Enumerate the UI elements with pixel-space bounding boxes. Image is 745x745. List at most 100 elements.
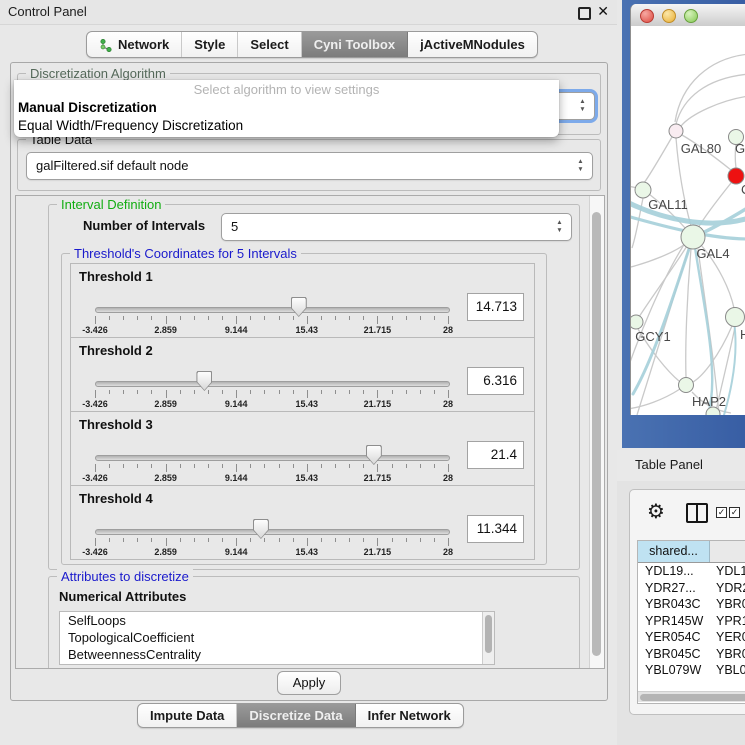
slider-tick-mark [236,538,237,546]
slider-tick-label: 21.715 [364,547,392,557]
slider-track[interactable] [95,381,450,387]
network-window-titlebar[interactable] [631,4,745,27]
table-data-combobox[interactable]: galFiltered.sif default node ▲▼ [26,152,593,180]
table-row[interactable]: YPR145WYPR145W [638,613,745,630]
threshold-value-field[interactable]: 11.344 [467,515,524,543]
close-icon[interactable]: ✕ [597,3,609,20]
apply-button[interactable]: Apply [277,671,341,695]
close-traffic-light-icon[interactable] [640,9,654,23]
slider-tick-mark [307,464,308,472]
table-row[interactable]: YDL19...YDL19... [638,563,745,580]
combo-stepper-icon: ▲▼ [578,98,587,114]
gear-icon[interactable]: ⚙ [647,499,665,524]
slider-tick-label: 9.144 [225,547,248,557]
dropdown-option-equal-width[interactable]: Equal Width/Frequency Discretization [14,117,559,135]
scrollbar-thumb[interactable] [640,694,745,701]
zoom-traffic-light-icon[interactable] [684,9,698,23]
slider-tick-mark [123,390,124,394]
tab-network[interactable]: Network [87,32,182,57]
slider-tick-mark [264,464,265,468]
slider-tick-mark [166,390,167,398]
slider-tick-mark [434,390,435,394]
slider-tick-mark [109,538,110,542]
threshold-value-field[interactable]: 6.316 [467,367,524,395]
slider-track[interactable] [95,529,450,535]
slider-tick-mark [335,464,336,468]
minimize-traffic-light-icon[interactable] [662,9,676,23]
checkbox-icon[interactable]: ✓ [716,507,727,518]
slider-tick-mark [95,316,96,324]
tab-discretize-data[interactable]: Discretize Data [237,704,355,727]
dropdown-option-manual[interactable]: Manual Discretization [14,99,559,117]
slider-tick-mark [349,464,350,468]
slider-tick-label: 2.859 [154,325,177,335]
scrollbar-thumb[interactable] [485,615,492,653]
network-node[interactable] [679,378,694,393]
slider-thumb[interactable] [366,445,382,465]
attribute-list-item[interactable]: TopologicalCoefficient [60,629,494,646]
network-node[interactable] [631,315,643,329]
slider-tick-mark [279,464,280,468]
slider-tick-mark [279,538,280,542]
threshold-panel: Threshold 3-3.4262.8599.14415.4321.71528… [70,411,535,486]
slider-tick-mark [420,390,421,394]
slider-tick-mark [208,316,209,320]
network-node[interactable] [635,182,651,198]
table-cell-name: YBR043C [709,596,745,613]
slider-tick-mark [293,316,294,320]
split-view-divider [696,505,698,521]
horizontal-scrollbar[interactable] [638,691,745,702]
slider-tick-mark [208,390,209,394]
vertical-scrollbar[interactable] [589,196,604,668]
tab-infer-network[interactable]: Infer Network [356,704,463,727]
slider-thumb[interactable] [291,297,307,317]
threshold-value-field[interactable]: 21.4 [467,441,524,469]
slider-tick-mark [180,464,181,468]
network-node-label: GAL4 [696,246,729,261]
tab-impute-data[interactable]: Impute Data [138,704,237,727]
network-node-label: HAP2 [692,394,726,409]
split-view-icon[interactable] [686,503,708,523]
threshold-value-field[interactable]: 14.713 [467,293,524,321]
threshold-panel: Threshold 1-3.4262.8599.14415.4321.71528… [70,263,535,338]
network-canvas[interactable]: GAL80GCGAL11GAL4GCY1HHAP2 [631,26,745,415]
dropdown-placeholder-item[interactable]: Select algorithm to view settings [14,80,559,99]
network-node-label: GCY1 [635,329,670,344]
control-panel: Control Panel ✕ Network Style Select Cyn… [0,0,617,745]
attributes-group: Attributes to discretize Numerical Attri… [48,576,580,669]
tab-jactivemnodules[interactable]: jActiveMNodules [408,32,537,57]
tab-style[interactable]: Style [182,32,238,57]
tab-cyni-toolbox[interactable]: Cyni Toolbox [302,32,408,57]
column-header-shared-name[interactable]: shared... [638,541,710,562]
slider-tick-mark [293,538,294,542]
checkbox-icon[interactable]: ✓ [729,507,740,518]
number-of-intervals-combobox[interactable]: 5 ▲▼ [221,213,572,241]
table-row[interactable]: YDR27...YDR27... [638,580,745,597]
attribute-list-item[interactable]: SelfLoops [60,612,494,629]
table-row[interactable]: YBL079WYBL079W [638,662,745,679]
table-row[interactable]: YER054CYER054C [638,629,745,646]
table-row[interactable]: YLR345WYLR345W [638,679,745,682]
interval-definition-group: Interval Definition Number of Intervals … [48,204,580,570]
slider-thumb[interactable] [196,371,212,391]
list-scrollbar[interactable] [482,612,494,664]
slider-tick-mark [250,464,251,468]
table-header: shared... na [638,541,745,563]
slider-track[interactable] [95,307,450,313]
table-row[interactable]: YBR045CYBR045C [638,646,745,663]
float-window-icon[interactable] [578,7,591,20]
network-node[interactable] [726,308,745,327]
table-row[interactable]: YBR043CYBR043C [638,596,745,613]
slider-thumb[interactable] [253,519,269,539]
scrollbar-thumb[interactable] [592,212,601,656]
slider-track[interactable] [95,455,450,461]
slider-tick-mark [293,464,294,468]
tab-select[interactable]: Select [238,32,301,57]
attribute-list-item[interactable]: BetweennessCentrality [60,646,494,663]
slider-tick-mark [95,464,96,472]
network-node[interactable] [669,124,683,138]
slider-tick-mark [208,464,209,468]
slider-tick-mark [349,390,350,394]
column-header-name[interactable]: na [710,541,745,562]
table-cell-shared-name: YBR043C [638,596,709,613]
